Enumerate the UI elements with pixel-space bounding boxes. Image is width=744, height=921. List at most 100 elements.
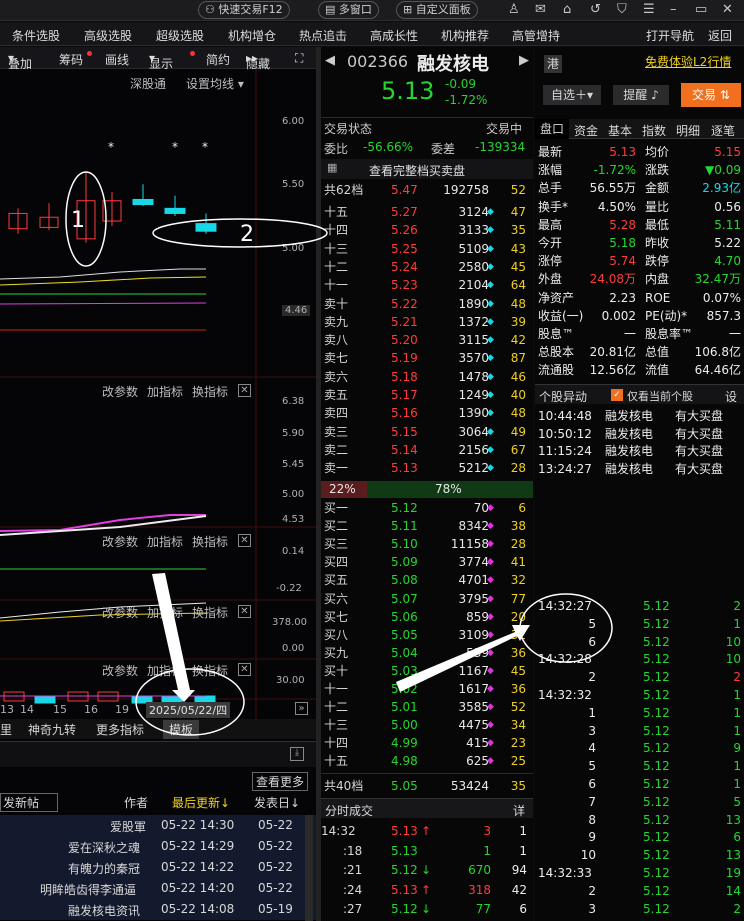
prev-stock-icon[interactable]: ◀ [325,53,335,68]
bid-row[interactable]: 十三 5.00 4475 ◆ 34 [321,717,533,735]
ask-row[interactable]: 卖六 5.18 1478 ◆ 46 [321,369,533,387]
bid-row[interactable]: 买四 5.09 3774 ◆ 41 [321,554,533,572]
sub1-close-icon[interactable]: ✕ [238,384,251,397]
tab-detail[interactable]: 明细 [671,122,705,139]
trade-button[interactable]: 交易 ⇅ [681,83,741,107]
alerts-settings-button[interactable]: 设 [725,388,737,405]
next-stock-icon[interactable]: ▶ [519,53,529,68]
download-icon[interactable]: ⤓ [290,747,304,761]
forum-row[interactable]: 有魄力的秦冠 05-22 14:22 05-22 [0,857,316,878]
back-icon[interactable]: ↺ [590,2,601,18]
bid-row[interactable]: 买五 5.08 4701 ◆ 32 [321,572,533,590]
scroll-right-icon[interactable]: » [295,702,308,715]
bid-row[interactable]: 十一 5.02 1617 ◆ 36 [321,681,533,699]
quick-trade-button[interactable]: ⚇ 快速交易F12 [198,1,290,19]
tab-handicap[interactable]: 盘口 [535,119,569,139]
menu-item[interactable]: 机构增仓 [228,27,276,44]
sub4-add-button[interactable]: 加指标 [147,662,183,679]
custom-panel-button[interactable]: ⊞ 自定义面板 [396,1,478,19]
hk-connect-badge[interactable]: 港 [544,55,562,73]
tab-magic-nine[interactable]: 神奇九转 [28,721,76,738]
sub2-switch-button[interactable]: 换指标 [192,533,228,550]
sub4-params-button[interactable]: 改参数 [102,662,138,679]
ask-row[interactable]: 卖三 5.15 3064 ◆ 49 [321,424,533,442]
tab-more-indicators[interactable]: 更多指标 [96,721,144,738]
bid-row[interactable]: 买八 5.05 3109 ◆ 32 [321,627,533,645]
only-current-checkbox[interactable]: ✓ [611,389,623,401]
bid-row[interactable]: 买六 5.07 3795 ◆ 77 [321,591,533,609]
sub3-switch-button[interactable]: 换指标 [192,604,228,621]
sub1-params-button[interactable]: 改参数 [102,383,138,400]
tab-capital[interactable]: 资金 [569,122,603,139]
open-nav-button[interactable]: 打开导航 [646,27,694,44]
close-icon[interactable]: ✕ [722,2,733,18]
sub2-close-icon[interactable]: ✕ [238,534,251,547]
bid-row[interactable]: 买三 5.10 11158 ◆ 28 [321,536,533,554]
col-post-date[interactable]: 发表日↓ [254,794,300,811]
ticks-detail-button[interactable]: 详 [513,802,525,819]
col-author[interactable]: 作者 [124,794,148,811]
remind-button[interactable]: 提醒 ♪ [613,85,669,105]
ask-row[interactable]: 卖四 5.16 1390 ◆ 48 [321,405,533,423]
add-watchlist-button[interactable]: 自选＋▾ [543,85,601,105]
ask-row[interactable]: 十四 5.26 3133 ◆ 35 [321,222,533,240]
sub4-switch-button[interactable]: 换指标 [192,662,228,679]
alert-row[interactable]: 11:15:24 融发核电 有大买盘 [535,443,744,461]
bid-row[interactable]: 买二 5.11 8342 ◆ 38 [321,518,533,536]
sub1-add-button[interactable]: 加指标 [147,383,183,400]
ask-row[interactable]: 卖十 5.22 1890 ◆ 48 [321,296,533,314]
sub4-close-icon[interactable]: ✕ [238,663,251,676]
tab-basic[interactable]: 基本 [603,122,637,139]
bid-row[interactable]: 买七 5.06 859 ◆ 20 [321,609,533,627]
ask-row[interactable]: 十五 5.27 3124 ◆ 47 [321,204,533,222]
col-latest[interactable]: 最后更新↓ [172,794,230,811]
forum-scrollbar[interactable] [305,815,313,921]
shirt-icon[interactable]: ⛉ [617,2,627,18]
forum-row[interactable]: 爱在深秋之魂 05-22 14:29 05-22 [0,836,316,857]
bid-row[interactable]: 十五 4.98 625 ◆ 25 [321,753,533,771]
alert-row[interactable]: 10:50:12 融发核电 有大买盘 [535,426,744,444]
ask-row[interactable]: 十一 5.23 2104 ◆ 64 [321,277,533,295]
alert-row[interactable]: 10:44:48 融发核电 有大买盘 [535,408,744,426]
user-icon[interactable]: ♙ [508,2,520,18]
ask-row[interactable]: 卖七 5.19 3570 ◆ 87 [321,350,533,368]
sub3-params-button[interactable]: 改参数 [102,604,138,621]
sub3-add-button[interactable]: 加指标 [147,604,183,621]
forum-row[interactable]: 明眸皓齿得李通逼 05-22 14:20 05-22 [0,878,316,899]
menu-item[interactable]: 高管增持 [512,27,560,44]
ask-row[interactable]: 卖一 5.13 5212 ◆ 28 [321,460,533,478]
menu-item[interactable]: 超级选股 [156,27,204,44]
back-button[interactable]: 返回 [708,27,732,44]
view-more-button[interactable]: 查看更多 [252,772,309,791]
sub2-add-button[interactable]: 加指标 [147,533,183,550]
sub2-params-button[interactable]: 改参数 [102,533,138,550]
sub3-close-icon[interactable]: ✕ [238,605,251,618]
tab-tick-by-tick[interactable]: 逐笔 [705,122,741,139]
menu-icon[interactable]: ☰ [643,2,655,18]
tab-item[interactable]: 里 [0,721,12,738]
ask-row[interactable]: 卖二 5.14 2156 ◆ 67 [321,442,533,460]
forum-row[interactable]: 融发核电资讯 05-22 14:08 05-19 [0,899,316,920]
ask-row[interactable]: 卖八 5.20 3115 ◆ 42 [321,332,533,350]
tab-index[interactable]: 指数 [637,122,671,139]
restore-icon[interactable]: ▭ [695,2,707,18]
multi-window-button[interactable]: ▤ 多窗口 [318,1,379,19]
bid-row[interactable]: 买十 5.03 1167 ◆ 45 [321,663,533,681]
minimize-icon[interactable]: – [670,2,677,18]
bid-row[interactable]: 买九 5.04 539 ◆ 36 [321,645,533,663]
tab-template[interactable]: 模板 [163,720,200,739]
bid-row[interactable]: 买一 5.12 70 ◆ 6 [321,500,533,518]
menu-item[interactable]: 高级选股 [84,27,132,44]
mail-icon[interactable]: ✉ [535,2,546,18]
menu-item[interactable]: 热点追击 [299,27,347,44]
bid-row[interactable]: 十四 4.99 415 ◆ 23 [321,735,533,753]
home-icon[interactable]: ⌂ [563,2,571,18]
alert-row[interactable]: 13:24:27 融发核电 有大买盘 [535,461,744,479]
ask-row[interactable]: 卖九 5.21 1372 ◆ 39 [321,314,533,332]
ask-row[interactable]: 卖五 5.17 1249 ◆ 40 [321,387,533,405]
sub1-switch-button[interactable]: 换指标 [192,383,228,400]
ask-row[interactable]: 十三 5.25 5109 ◆ 43 [321,241,533,259]
l2-trial-link[interactable]: 免费体验L2行情 [645,53,731,70]
view-full-book-button[interactable]: ▦ 查看完整档买卖盘 [321,159,533,179]
menu-item[interactable]: 高成长性 [370,27,418,44]
